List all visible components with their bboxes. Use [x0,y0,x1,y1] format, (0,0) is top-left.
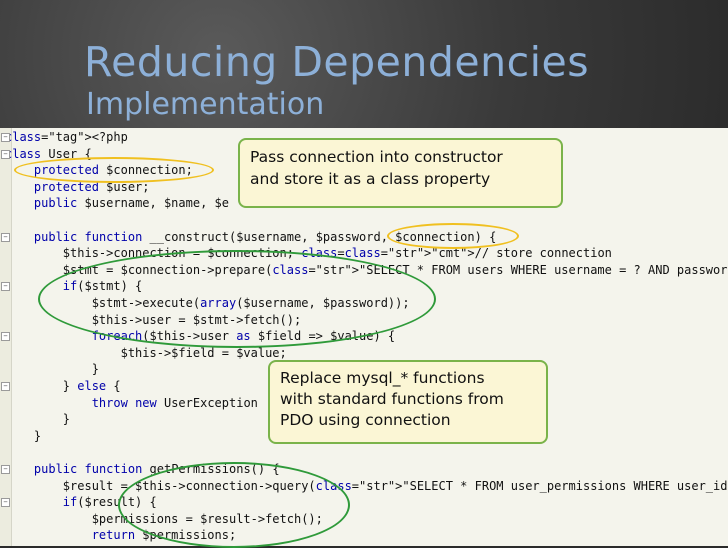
slide-subtitle: Implementation [86,87,325,122]
fold-toggle-icon[interactable]: − [1,465,10,474]
highlight-connection-param [387,223,519,249]
callout-line: and store it as a class property [250,170,491,188]
callout-line: PDO using connection [280,411,451,429]
fold-toggle-icon[interactable]: − [1,149,10,159]
code-line: } [5,428,42,443]
fold-toggle-icon[interactable]: − [1,232,10,242]
code-line: $result = $this->connection->query(class… [5,478,728,493]
fold-toggle-icon[interactable]: − [1,498,10,508]
code-line: } else { [5,379,121,393]
callout-line: Replace mysql_* functions [280,369,485,387]
fold-toggle-icon[interactable]: − [1,332,10,342]
code-line: public $username, $name, $e [33,196,229,211]
highlight-pdo-execute [38,250,436,348]
highlight-pdo-query [118,462,350,548]
callout-line: Pass connection into constructor [250,148,503,166]
fold-toggle-icon[interactable]: − [1,133,10,142]
code-line: } [5,412,71,427]
slide-title: Reducing Dependencies [84,38,590,86]
highlight-connection-property [14,157,214,183]
code-line: } [5,362,99,377]
callout-pdo-note: Replace mysql_* functions with standard … [268,360,548,444]
callout-constructor-note: Pass connection into constructor and sto… [238,138,563,208]
fold-toggle-icon[interactable]: − [1,282,10,292]
callout-line: with standard functions from [280,390,504,408]
code-line: throw new UserException [91,395,258,410]
code-line: class="tag"><?php [5,130,128,144]
fold-toggle-icon[interactable]: − [1,382,10,391]
